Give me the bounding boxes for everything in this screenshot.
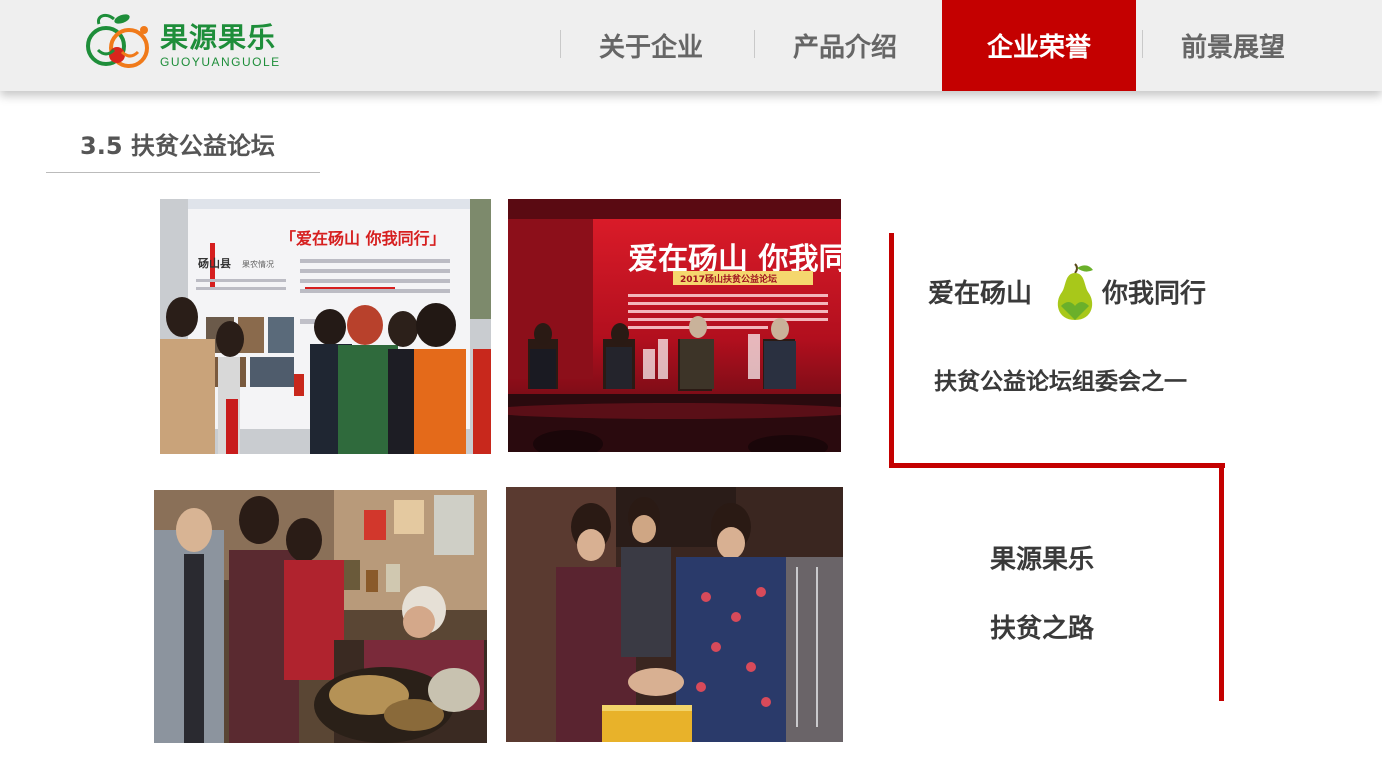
photo-exhibition-board: 「爱在砀山 你我同行」 砀山县 果农情况: [160, 199, 491, 454]
panel-border-middle: [889, 463, 1225, 468]
nav-outlook-label: 前景展望: [1180, 33, 1285, 63]
logo-name-cn: 果源果乐: [160, 21, 277, 54]
board-side-sub-text: 果农情况: [242, 259, 274, 269]
photo-visiting-elderly: [154, 490, 487, 743]
nav-outlook[interactable]: 前景展望: [1136, 0, 1330, 91]
main-nav: 关于企业 产品介绍 企业荣誉 前景展望: [554, 0, 1330, 91]
nav-honors[interactable]: 企业荣誉: [942, 0, 1136, 91]
slogan-right-text: 你我同行: [1102, 279, 1207, 309]
nav-about[interactable]: 关于企业: [554, 0, 748, 91]
fruit-logo-icon: [86, 13, 149, 68]
panel-border-left: [889, 233, 894, 468]
section-title: 3.5 扶贫公益论坛: [80, 132, 275, 160]
pear-icon: [1057, 263, 1093, 320]
panel-border-right: [1219, 463, 1224, 701]
nav-products-label: 产品介绍: [792, 33, 897, 63]
brand-logo[interactable]: 果源果乐 GUOYUANGUOLE: [84, 10, 294, 72]
nav-divider: [1142, 30, 1143, 58]
banner-subtitle-text: 2017砀山扶贫公益论坛: [680, 273, 777, 285]
nav-about-label: 关于企业: [598, 33, 703, 63]
brand-line-2: 扶贫之路: [990, 614, 1095, 644]
logo-name-en: GUOYUANGUOLE: [160, 55, 281, 69]
photo-handing-gift: [506, 487, 843, 742]
photo-forum-stage: 爱在砀山 你我同行 2017砀山扶贫公益论坛: [508, 199, 841, 452]
nav-products[interactable]: 产品介绍: [748, 0, 942, 91]
board-title-text: 「爱在砀山 你我同行」: [280, 229, 446, 248]
nav-honors-label: 企业荣誉: [986, 33, 1091, 63]
nav-divider: [560, 30, 561, 58]
slogan-left-text: 爱在砀山: [928, 279, 1033, 309]
nav-divider: [754, 30, 755, 58]
site-header: 果源果乐 GUOYUANGUOLE 关于企业 产品介绍 企业荣誉 前景展望: [0, 0, 1382, 91]
slogan: 爱在砀山 你我同行: [928, 262, 1228, 324]
section-underline: [46, 172, 320, 173]
committee-text: 扶贫公益论坛组委会之一: [934, 369, 1187, 395]
brand-line-1: 果源果乐: [990, 545, 1095, 575]
board-side-text: 砀山县: [198, 256, 231, 270]
